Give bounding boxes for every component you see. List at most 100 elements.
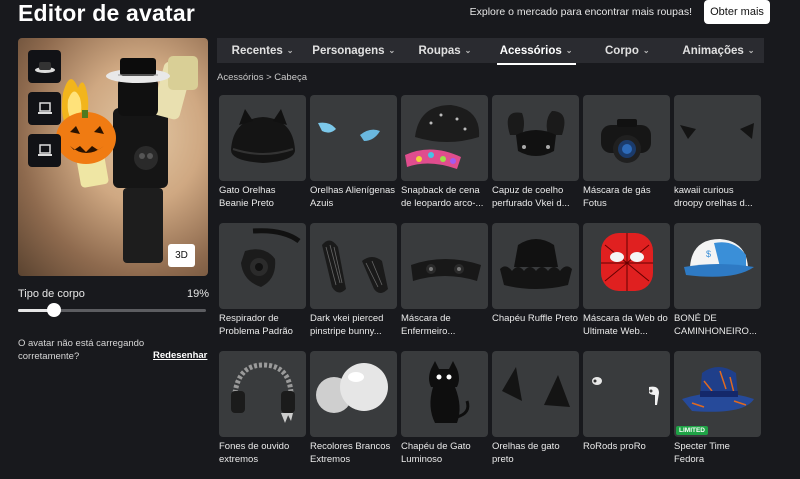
body-type-label: Tipo de corpo [18, 288, 85, 300]
item-grid: Gato Orelhas Beanie Preto Orelhas Aliení… [219, 95, 769, 479]
item-card[interactable]: Respirador de Problema Padrão [219, 223, 306, 351]
page-title: Editor de avatar [18, 0, 196, 26]
item-thumbnail [583, 351, 670, 437]
tab-corpo[interactable]: Corpo ⌄ [582, 38, 673, 63]
item-card[interactable]: Snapback de cena de leopardo arco-... [401, 95, 488, 223]
chevron-down-icon: ⌄ [286, 46, 294, 55]
item-thumbnail [401, 95, 488, 181]
item-name: Respirador de Problema Padrão [219, 313, 293, 337]
item-card[interactable]: Chapéu de Gato Luminoso [401, 351, 488, 479]
item-thumbnail [219, 95, 306, 181]
item-thumbnail [310, 223, 397, 309]
slot-3[interactable] [28, 134, 61, 167]
item-thumbnail [310, 351, 397, 437]
get-more-button[interactable]: Obter mais [704, 0, 770, 24]
fedora-icon [682, 367, 754, 412]
item-card[interactable]: Recolores Brancos Extremos [310, 351, 397, 479]
item-card[interactable]: Máscara da Web do Ultimate Web... [583, 223, 670, 351]
tab-recentes[interactable]: Recentes ⌄ [217, 38, 308, 63]
item-card[interactable]: Máscara de gás Fotus [583, 95, 670, 223]
hat-thumbnail-icon [34, 61, 55, 73]
item-card[interactable]: Capuz de coelho perfurado Vkei d... [492, 95, 579, 223]
item-card[interactable]: Fones de ouvido extremos [219, 351, 306, 479]
item-thumbnail [401, 351, 488, 437]
item-name: Gato Orelhas Beanie Preto [219, 185, 276, 209]
item-name: BONÉ DE CAMINHONEIRO... [674, 313, 757, 337]
chevron-down-icon: ⌄ [747, 46, 755, 55]
snapback-cap-icon [405, 105, 480, 169]
promo-text: Explore o mercado para encontrar mais ro… [469, 6, 692, 18]
chevron-down-icon: ⌄ [642, 46, 650, 55]
item-name: Specter Time Fedora [674, 441, 730, 465]
item-name: Recolores Brancos Extremos [310, 441, 391, 465]
item-card[interactable]: LIMITED Specter Time Fedora [674, 351, 761, 479]
item-thumbnail: LIMITED [674, 351, 761, 437]
tab-personagens[interactable]: Personagens ⌄ [308, 38, 399, 63]
item-name: RoRods proRo [583, 441, 646, 452]
alien-ears-icon [318, 122, 380, 141]
redraw-link[interactable]: Redesenhar [153, 350, 207, 361]
avatar-preview[interactable] [18, 38, 208, 276]
tab-roupas[interactable]: Roupas ⌄ [399, 38, 490, 63]
cat-ear-beanie-icon [231, 109, 295, 163]
item-thumbnail [310, 95, 397, 181]
view-3d-button[interactable]: 3D [168, 244, 195, 267]
item-card[interactable]: Dark vkei pierced pinstripe bunny... [310, 223, 397, 351]
earbuds-icon [592, 377, 659, 405]
item-card[interactable]: Gato Orelhas Beanie Preto [219, 95, 306, 223]
bunny-hood-icon [507, 111, 565, 156]
item-card[interactable]: $ BONÉ DE CAMINHONEIRO... [674, 223, 761, 351]
item-thumbnail [583, 95, 670, 181]
item-thumbnail [583, 223, 670, 309]
item-thumbnail [219, 351, 306, 437]
loading-warning: O avatar não está carregando corretament… [18, 338, 145, 362]
item-name: Dark vkei pierced pinstripe bunny... [310, 313, 384, 337]
item-card[interactable]: Máscara de Enfermeiro... [401, 223, 488, 351]
white-spheres-icon [316, 363, 388, 413]
item-thumbnail [492, 95, 579, 181]
glowing-cat-icon [429, 361, 470, 423]
tab-label: Personagens [312, 44, 385, 57]
item-name: Chapéu de Gato Luminoso [401, 441, 471, 465]
trucker-cap-icon: $ [684, 239, 754, 277]
item-name: Máscara de gás Fotus [583, 185, 651, 209]
body-type-slider-thumb[interactable] [46, 303, 61, 317]
ruffle-hat-icon [500, 239, 572, 289]
tab-label: Animações [682, 44, 744, 57]
category-tabs: Recentes ⌄ Personagens ⌄ Roupas ⌄ Acessório… [217, 38, 764, 65]
svg-text:$: $ [706, 249, 711, 259]
body-type-slider[interactable] [18, 303, 206, 317]
chevron-down-icon: ⌄ [565, 46, 573, 55]
black-cat-ears-icon [502, 367, 570, 407]
laptop-icon [37, 143, 52, 156]
item-name: Orelhas Alienígenas Azuis [310, 185, 396, 209]
slot-hat[interactable] [28, 50, 61, 83]
item-card[interactable]: Orelhas de gato preto [492, 351, 579, 479]
chevron-down-icon: ⌄ [464, 46, 472, 55]
item-card[interactable]: Orelhas Alienígenas Azuis [310, 95, 397, 223]
chevron-down-icon: ⌄ [388, 46, 396, 55]
item-thumbnail [492, 351, 579, 437]
item-card[interactable]: RoRods proRo [583, 351, 670, 479]
breadcrumb[interactable]: Acessórios > Cabeça [217, 72, 307, 83]
item-card[interactable]: Chapéu Ruffle Preto [492, 223, 579, 351]
tab-animacoes[interactable]: Animações ⌄ [673, 38, 764, 63]
laptop-icon [37, 101, 52, 114]
bunny-ears-icon [322, 240, 388, 293]
item-thumbnail [219, 223, 306, 309]
item-thumbnail [492, 223, 579, 309]
droopy-ears-icon [680, 123, 754, 139]
tab-label: Corpo [604, 44, 639, 57]
item-name: Capuz de coelho perfurado Vkei d... [492, 185, 570, 209]
limited-badge: LIMITED [676, 426, 708, 435]
item-thumbnail: $ [674, 223, 761, 309]
item-name: Snapback de cena de leopardo arco-... [401, 185, 484, 209]
gas-mask-icon [601, 119, 651, 163]
nurse-mask-icon [411, 259, 481, 281]
tab-acessorios[interactable]: Acessórios ⌄ [491, 38, 582, 65]
spider-mask-icon [601, 233, 653, 291]
slot-2[interactable] [28, 92, 61, 125]
tab-label: Roupas [418, 44, 461, 57]
tab-label: Recentes [231, 44, 283, 57]
item-card[interactable]: kawaii curious droopy orelhas d... [674, 95, 761, 223]
